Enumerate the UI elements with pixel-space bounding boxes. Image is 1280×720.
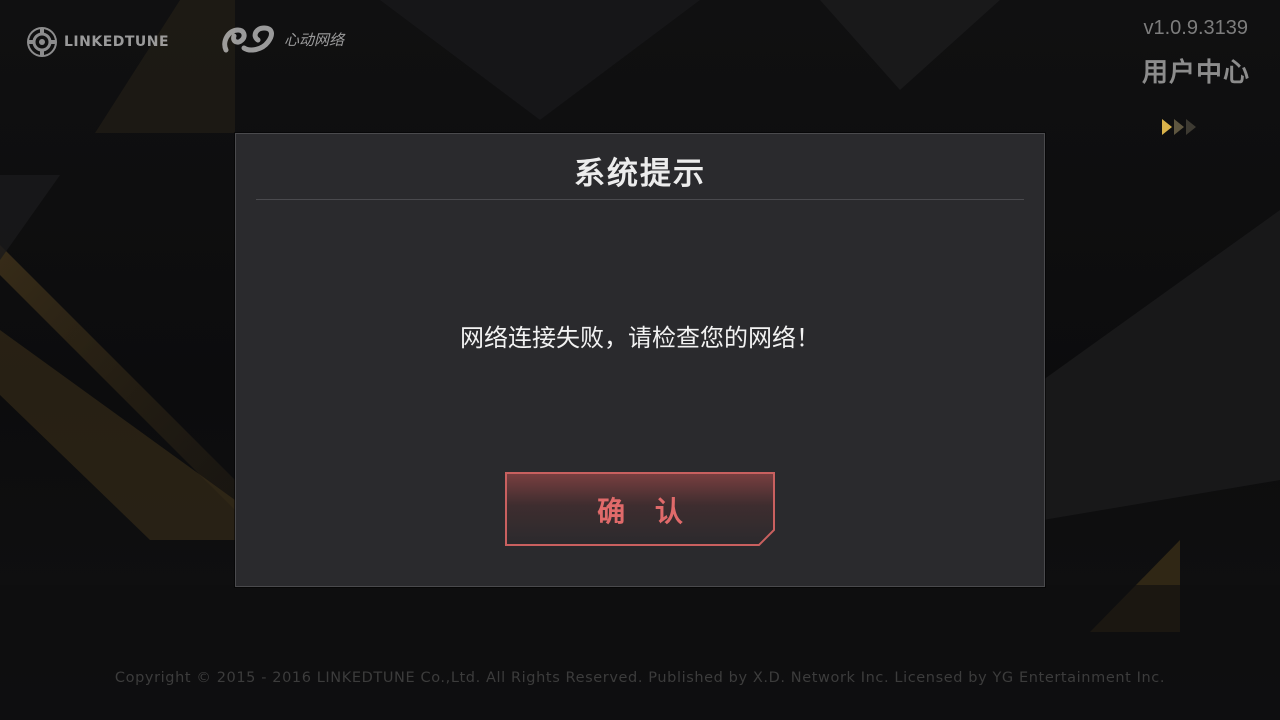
confirm-button-label: 确 认 [597,495,693,528]
system-prompt-dialog: 系统提示 网络连接失败，请检查您的网络！ 确 认 [235,133,1045,587]
dialog-message: 网络连接失败，请检查您的网络！ [460,324,820,352]
dialog-divider [256,199,1024,200]
modal-overlay: 系统提示 网络连接失败，请检查您的网络！ 确 认 [0,0,1280,720]
dialog-title: 系统提示 [574,156,706,192]
confirm-button[interactable]: 确 认 [505,472,775,546]
game-login-screen: LINKEDTUNE 心动网络 v1.0.9.3139 用户中心 Copyrig… [0,0,1280,720]
